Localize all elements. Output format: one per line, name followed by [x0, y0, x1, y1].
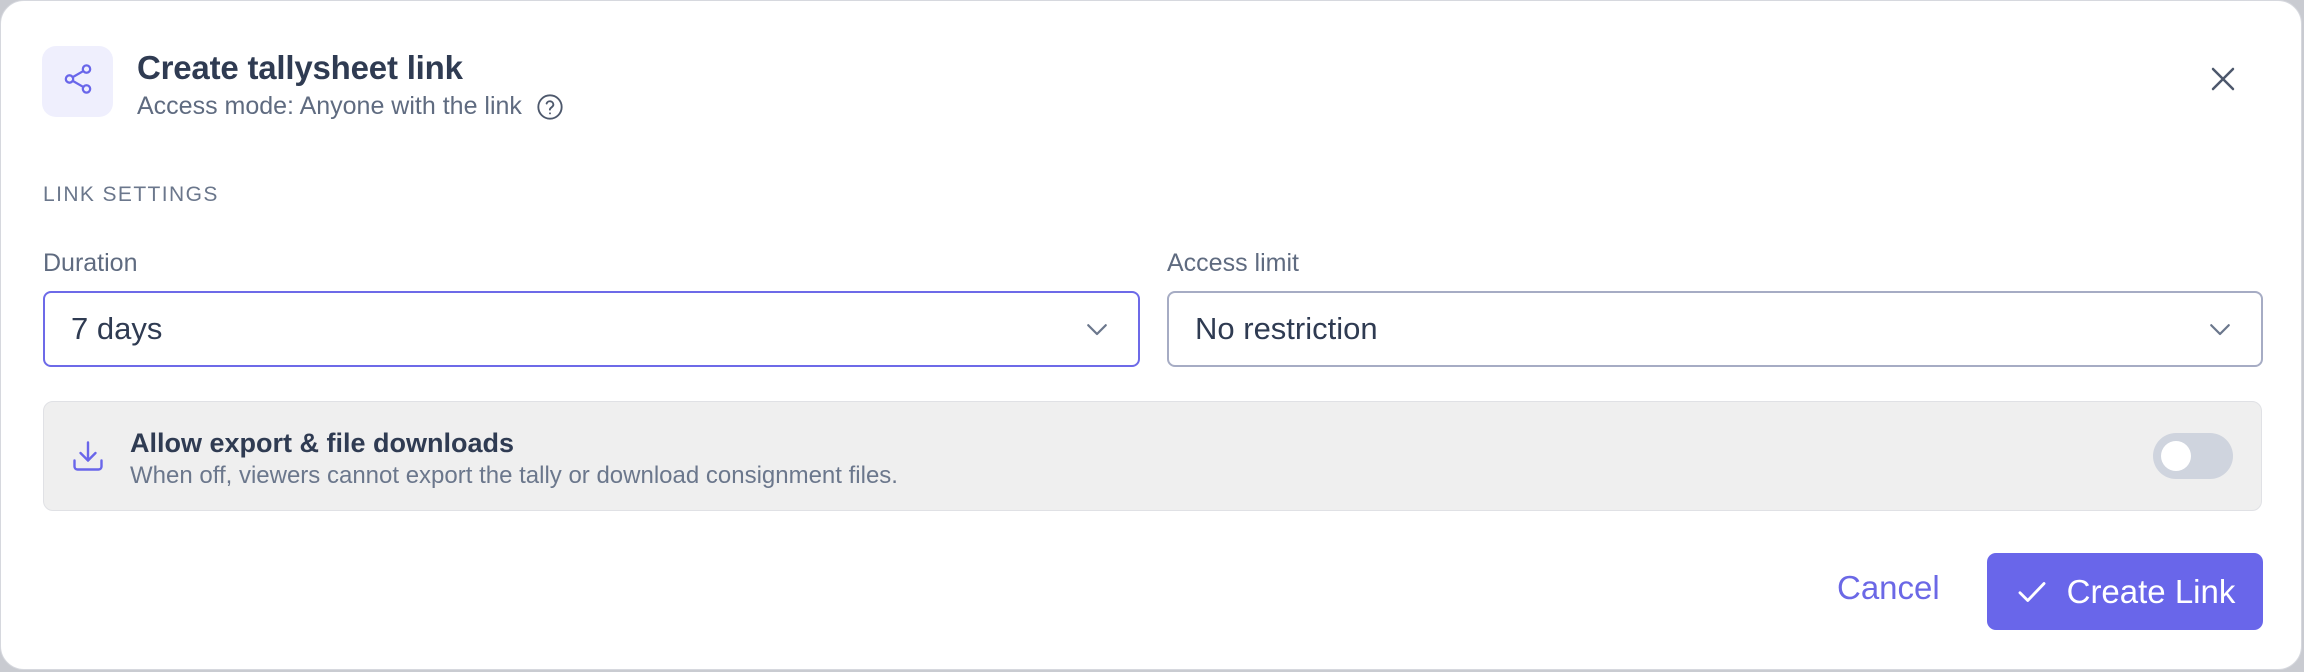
toggle-knob: [2161, 441, 2191, 471]
link-settings-heading: LINK SETTINGS: [43, 183, 219, 206]
access-limit-label: Access limit: [1167, 249, 1299, 277]
export-toggle[interactable]: [2153, 433, 2233, 479]
create-link-label: Create Link: [2066, 572, 2236, 610]
create-link-dialog: Create tallysheet link Access mode: Anyo…: [0, 0, 2302, 670]
dialog-title: Create tallysheet link: [137, 49, 463, 86]
share-icon-badge: [42, 46, 113, 117]
duration-label: Duration: [43, 249, 138, 277]
check-icon: [2015, 575, 2049, 609]
access-limit-value: No restriction: [1195, 311, 1378, 346]
close-icon: [2208, 64, 2238, 99]
access-limit-select[interactable]: No restriction: [1167, 291, 2263, 367]
help-circle-icon[interactable]: [536, 93, 564, 121]
export-setting-description: When off, viewers cannot export the tall…: [130, 462, 898, 489]
download-icon: [70, 438, 106, 474]
close-button[interactable]: [2203, 61, 2243, 101]
chevron-down-icon: [1082, 314, 1112, 344]
chevron-down-icon: [2205, 314, 2235, 344]
duration-value: 7 days: [71, 311, 163, 346]
share-icon: [61, 62, 95, 101]
dialog-subtitle: Access mode: Anyone with the link: [137, 92, 564, 121]
export-setting-title: Allow export & file downloads: [130, 428, 515, 458]
access-mode-text: Access mode: Anyone with the link: [137, 92, 522, 120]
export-setting-row: Allow export & file downloads When off, …: [43, 401, 2262, 511]
duration-select[interactable]: 7 days: [43, 291, 1140, 367]
create-link-button[interactable]: Create Link: [1987, 553, 2263, 630]
cancel-button[interactable]: Cancel: [1837, 569, 1940, 607]
